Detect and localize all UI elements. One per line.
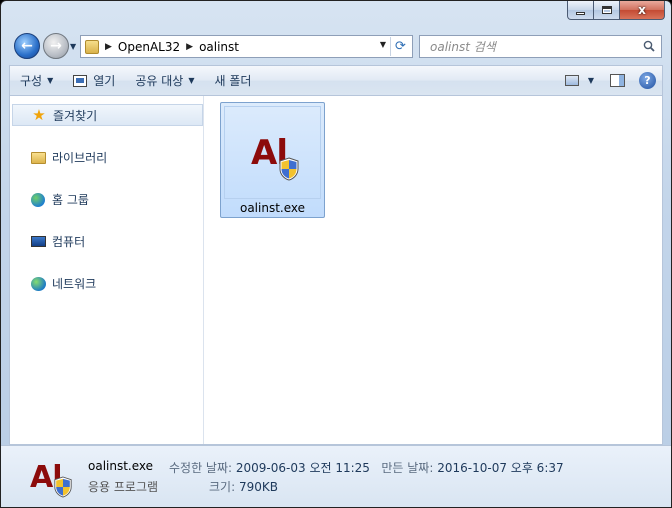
close-icon: x xyxy=(638,3,646,17)
share-label: 공유 대상 xyxy=(135,74,184,88)
size-label: 크기: xyxy=(209,480,236,494)
refresh-icon: ⟳ xyxy=(395,39,406,54)
network-icon xyxy=(30,276,46,292)
file-name-label: oalinst.exe xyxy=(239,201,306,215)
modified-date-value: 2009-06-03 오전 11:25 xyxy=(235,461,370,475)
file-icon-frame: Al xyxy=(224,106,321,199)
search-box[interactable] xyxy=(419,35,662,58)
sidebar-item-homegroup[interactable]: 홈 그룹 xyxy=(30,191,89,208)
uac-shield-icon xyxy=(279,157,299,181)
open-button[interactable]: 열기 xyxy=(63,70,125,92)
sidebar-item-label: 네트워크 xyxy=(52,277,97,291)
breadcrumb-arrow-icon[interactable]: ▶ xyxy=(105,42,112,52)
organize-button[interactable]: 구성 ▼ xyxy=(10,70,63,92)
computer-icon xyxy=(30,234,46,250)
homegroup-icon xyxy=(30,192,46,208)
details-pane: Al oalinst.exe 응용 프로그램 수정한 날짜: 2009-06-0… xyxy=(1,445,671,507)
chevron-down-icon: ▼ xyxy=(47,76,54,85)
share-button[interactable]: 공유 대상 ▼ xyxy=(125,70,204,92)
minimize-button[interactable] xyxy=(567,1,594,20)
sidebar-item-label: 라이브러리 xyxy=(52,151,108,165)
recent-pages-dropdown-icon[interactable]: ▼ xyxy=(70,42,76,51)
navigation-row: ← → ▼ ▶ OpenAL32 ▶ oalinst ▼ ⟳ xyxy=(1,32,671,62)
sidebar-item-libraries[interactable]: 라이브러리 xyxy=(30,149,107,166)
sidebar-item-network[interactable]: 네트워크 xyxy=(30,275,96,292)
maximize-icon xyxy=(601,6,612,14)
library-icon xyxy=(30,150,46,166)
breadcrumb-arrow-icon[interactable]: ▶ xyxy=(186,42,193,52)
modified-date-label: 수정한 날짜: xyxy=(169,461,233,475)
uac-shield-icon xyxy=(54,476,72,498)
content-area: ★ 즐겨찾기 라이브러리 홈 그룹 컴퓨터 네트워크 Al oalinst.ex… xyxy=(9,95,663,445)
navigation-pane: ★ 즐겨찾기 라이브러리 홈 그룹 컴퓨터 네트워크 xyxy=(10,96,204,444)
organize-label: 구성 xyxy=(20,74,43,88)
sidebar-item-favorites[interactable]: ★ 즐겨찾기 xyxy=(12,104,203,126)
minimize-icon xyxy=(576,11,585,15)
folder-icon xyxy=(85,39,99,54)
details-size: 크기: 790KB xyxy=(209,478,278,495)
details-file-name: oalinst.exe xyxy=(88,459,154,473)
star-icon: ★ xyxy=(32,105,46,124)
sidebar-item-computer[interactable]: 컴퓨터 xyxy=(30,233,85,250)
details-file-type: 응용 프로그램 xyxy=(88,480,159,494)
explorer-window: x ← → ▼ ▶ OpenAL32 ▶ oalinst ▼ ⟳ 구성 ▼ xyxy=(0,0,672,508)
address-bar[interactable]: ▶ OpenAL32 ▶ oalinst ▼ ⟳ xyxy=(80,35,413,58)
sidebar-item-label: 홈 그룹 xyxy=(52,193,89,207)
forward-button[interactable]: → xyxy=(43,33,69,59)
details-dates: 수정한 날짜: 2009-06-03 오전 11:25 만든 날짜: 2016-… xyxy=(169,459,564,476)
refresh-button[interactable]: ⟳ xyxy=(390,37,410,56)
breadcrumb-segment-oalinst[interactable]: oalinst xyxy=(199,40,239,54)
open-window-icon xyxy=(73,74,88,87)
command-bar: 구성 ▼ 열기 공유 대상 ▼ 새 폴더 ▼ ? xyxy=(9,65,663,95)
breadcrumb-segment-openal32[interactable]: OpenAL32 xyxy=(118,40,180,54)
change-view-icon[interactable] xyxy=(564,75,579,86)
close-button[interactable]: x xyxy=(620,1,665,20)
created-date-value: 2016-10-07 오후 6:37 xyxy=(437,461,564,475)
search-icon[interactable] xyxy=(643,40,655,52)
size-value: 790KB xyxy=(238,480,278,494)
command-bar-right: ▼ ? xyxy=(564,72,662,89)
sidebar-item-label: 컴퓨터 xyxy=(52,235,86,249)
new-folder-label: 새 폴더 xyxy=(214,74,252,88)
forward-arrow-icon: → xyxy=(50,38,62,54)
preview-pane-icon[interactable] xyxy=(610,74,625,87)
address-dropdown-icon[interactable]: ▼ xyxy=(380,40,386,49)
back-arrow-icon: ← xyxy=(21,38,33,54)
sidebar-item-label: 즐겨찾기 xyxy=(53,108,98,123)
caption-buttons: x xyxy=(567,1,665,21)
file-item-oalinst[interactable]: Al oalinst.exe xyxy=(220,102,325,218)
view-options-chevron-icon[interactable]: ▼ xyxy=(588,76,594,85)
help-icon[interactable]: ? xyxy=(639,72,656,89)
file-list: Al oalinst.exe xyxy=(205,96,662,444)
back-button[interactable]: ← xyxy=(14,33,40,59)
created-date-label: 만든 날짜: xyxy=(381,461,434,475)
open-label: 열기 xyxy=(93,74,116,88)
maximize-button[interactable] xyxy=(594,1,620,20)
chevron-down-icon: ▼ xyxy=(188,76,195,85)
search-input[interactable] xyxy=(430,39,635,54)
new-folder-button[interactable]: 새 폴더 xyxy=(204,70,261,92)
